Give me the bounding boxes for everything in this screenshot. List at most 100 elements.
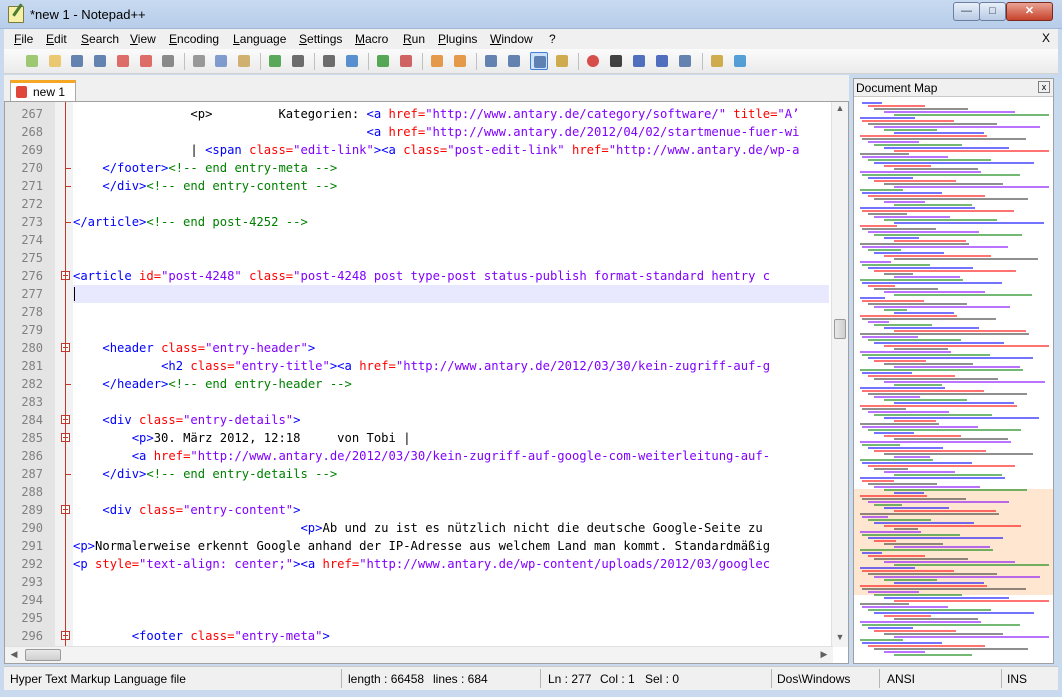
code-line[interactable]: <p> Kategorien: <a href="http://www.anta…: [73, 105, 829, 123]
redo-icon[interactable]: [289, 52, 307, 70]
vertical-scroll-thumb[interactable]: [834, 319, 846, 339]
indent-guide-icon[interactable]: [530, 52, 548, 70]
zoom-out-icon[interactable]: [397, 52, 415, 70]
code-line[interactable]: <h2 class="entry-title"><a href="http://…: [73, 357, 829, 375]
line-number: 276: [21, 269, 43, 283]
maximize-button[interactable]: □: [979, 2, 1006, 21]
minimap-line: [894, 258, 1038, 260]
code-line[interactable]: <article id="post-4248" class="post-4248…: [73, 267, 829, 285]
scroll-down-arrow-icon[interactable]: ▼: [834, 632, 846, 646]
document-map-close-button[interactable]: x: [1038, 81, 1050, 93]
code-token: <a: [366, 107, 389, 121]
code-line[interactable]: [73, 231, 829, 249]
show-all-chars-icon[interactable]: [505, 52, 523, 70]
spell-check-icon[interactable]: [731, 52, 749, 70]
horizontal-scrollbar[interactable]: ◀ ▶: [5, 646, 833, 663]
minimap-line: [874, 162, 1034, 164]
menu-window[interactable]: Window: [490, 32, 533, 46]
sync-horizontal-icon[interactable]: [451, 52, 469, 70]
code-line[interactable]: <p style="text-align: center;"><a href="…: [73, 555, 829, 573]
code-line[interactable]: <p>30. März 2012, 12:18 von Tobi |: [73, 429, 829, 447]
run-macro-multiple-icon[interactable]: [653, 52, 671, 70]
menu-macro[interactable]: Macro: [355, 32, 388, 46]
menu-encoding[interactable]: Encoding: [169, 32, 219, 46]
cut-icon[interactable]: [190, 52, 208, 70]
menu-plugins[interactable]: Plugins: [438, 32, 477, 46]
print-icon[interactable]: [159, 52, 177, 70]
close-icon[interactable]: [114, 52, 132, 70]
menu-help[interactable]: ?: [549, 32, 556, 46]
menu-edit[interactable]: Edit: [46, 32, 67, 46]
horizontal-scroll-thumb[interactable]: [25, 649, 61, 661]
scroll-right-arrow-icon[interactable]: ▶: [817, 649, 831, 661]
menu-run[interactable]: Run: [403, 32, 425, 46]
code-line[interactable]: [73, 483, 829, 501]
close-all-icon[interactable]: [137, 52, 155, 70]
fold-margin[interactable]: [55, 102, 73, 647]
menu-search[interactable]: Search: [81, 32, 119, 46]
notepad-app-icon[interactable]: [8, 6, 24, 23]
word-wrap-icon[interactable]: [482, 52, 500, 70]
code-area[interactable]: <p> Kategorien: <a href="http://www.anta…: [73, 102, 829, 647]
record-macro-icon[interactable]: [584, 52, 602, 70]
undo-icon[interactable]: [266, 52, 284, 70]
new-file-icon[interactable]: [23, 52, 41, 70]
code-line[interactable]: <div class="entry-content">: [73, 501, 829, 519]
code-line[interactable]: <div class="entry-details">: [73, 411, 829, 429]
code-line[interactable]: </div><!-- end entry-content -->: [73, 177, 829, 195]
tab-new-1[interactable]: new 1: [10, 80, 76, 101]
code-line[interactable]: </header><!-- end entry-header -->: [73, 375, 829, 393]
code-line[interactable]: <a href="http://www.antary.de/2012/03/30…: [73, 447, 829, 465]
close-document-button[interactable]: X: [1042, 31, 1050, 45]
scroll-up-arrow-icon[interactable]: ▲: [834, 103, 846, 117]
close-window-button[interactable]: ✕: [1006, 2, 1053, 21]
open-file-icon[interactable]: [46, 52, 64, 70]
code-line[interactable]: [73, 249, 829, 267]
code-line[interactable]: [73, 393, 829, 411]
menu-view[interactable]: View: [130, 32, 156, 46]
code-line[interactable]: [73, 573, 829, 591]
paste-icon[interactable]: [235, 52, 253, 70]
scroll-left-arrow-icon[interactable]: ◀: [7, 649, 21, 661]
code-line[interactable]: [73, 321, 829, 339]
stop-macro-icon[interactable]: [607, 52, 625, 70]
code-line[interactable]: <header class="entry-header">: [73, 339, 829, 357]
code-line[interactable]: | <span class="edit-link"><a class="post…: [73, 141, 829, 159]
code-line[interactable]: <a href="http://www.antary.de/2012/04/02…: [73, 123, 829, 141]
code-token: "http://www.antary.de/category/software/…: [425, 107, 727, 121]
document-map-preview[interactable]: [854, 98, 1053, 663]
code-line[interactable]: <p>Ab und zu ist es nützlich nicht die d…: [73, 519, 829, 537]
code-line[interactable]: </article><!-- end post-4252 -->: [73, 213, 829, 231]
save-macro-icon[interactable]: [676, 52, 694, 70]
code-line[interactable]: </div><!-- end entry-details -->: [73, 465, 829, 483]
minimize-button[interactable]: —: [953, 2, 980, 21]
code-line[interactable]: <p>Normalerweise erkennt Google anhand d…: [73, 537, 829, 555]
menu-language[interactable]: Language: [233, 32, 286, 46]
code-token: href=: [359, 359, 396, 373]
menu-file[interactable]: File: [14, 32, 33, 46]
function-list-icon[interactable]: [708, 52, 726, 70]
code-line[interactable]: [73, 591, 829, 609]
copy-icon[interactable]: [212, 52, 230, 70]
code-line[interactable]: [73, 303, 829, 321]
code-line[interactable]: [73, 609, 829, 627]
code-editor[interactable]: 267 268 269 270 271 272 273 274 275 276 277 278 279 2…: [4, 101, 849, 664]
menu-settings[interactable]: Settings: [299, 32, 342, 46]
vertical-scrollbar[interactable]: ▲ ▼: [831, 102, 848, 647]
replace-icon[interactable]: [343, 52, 361, 70]
current-line[interactable]: [73, 285, 829, 303]
find-icon[interactable]: [320, 52, 338, 70]
document-map-icon[interactable]: [553, 52, 571, 70]
code-line[interactable]: [73, 195, 829, 213]
save-icon[interactable]: [68, 52, 86, 70]
code-token: Normalerweise erkennt Google anhand der …: [95, 539, 771, 553]
sync-vertical-icon[interactable]: [428, 52, 446, 70]
code-line[interactable]: </footer><!-- end entry-meta -->: [73, 159, 829, 177]
zoom-in-icon[interactable]: [374, 52, 392, 70]
play-macro-icon[interactable]: [630, 52, 648, 70]
minimap-line: [860, 171, 981, 173]
minimap-line: [894, 348, 948, 350]
save-all-icon[interactable]: [91, 52, 109, 70]
code-line[interactable]: <footer class="entry-meta">: [73, 627, 829, 645]
